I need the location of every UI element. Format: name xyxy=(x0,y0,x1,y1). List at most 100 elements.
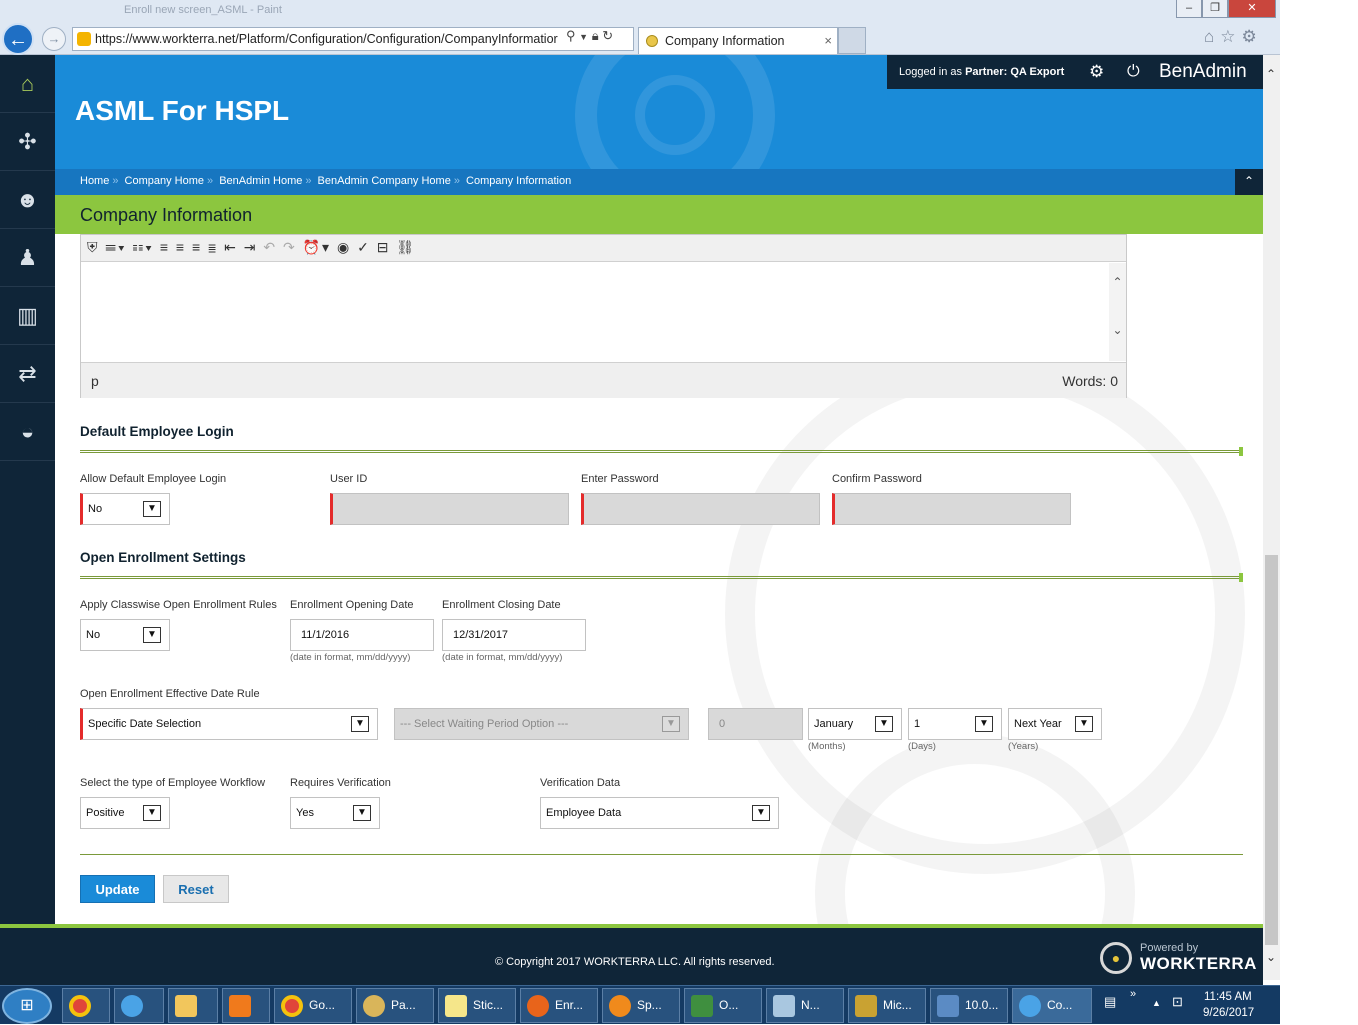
numbered-list-icon[interactable]: ☷▾ xyxy=(133,239,154,255)
network-icon[interactable]: ⊡ xyxy=(1172,994,1183,1010)
justify-icon[interactable]: ≣ xyxy=(208,239,218,255)
day-select[interactable]: 1 ▼ xyxy=(908,708,1002,740)
day-value: 1 xyxy=(914,718,921,730)
favorites-star-icon[interactable]: ☆ xyxy=(1220,27,1241,46)
taskbar-item-chrome[interactable]: Go... xyxy=(274,988,352,1023)
chrome-pinned-icon[interactable] xyxy=(62,988,110,1023)
link-icon[interactable]: ⛓ xyxy=(396,239,416,255)
align-right-icon[interactable]: ≡ xyxy=(192,239,202,255)
tray-folder-icon[interactable]: ▤ xyxy=(1104,994,1116,1010)
collapse-header-icon[interactable]: ⌃ xyxy=(1235,169,1263,195)
clock-time[interactable]: 11:45 AM xyxy=(1204,991,1252,1003)
browser-tab[interactable]: Company Information × xyxy=(638,27,838,54)
taskbar-item-sp[interactable]: Sp... xyxy=(602,988,680,1023)
refresh-icon[interactable]: ↻ xyxy=(602,28,613,43)
align-left-icon[interactable]: ≡ xyxy=(160,239,170,255)
binoculars-icon[interactable]: ⛨ xyxy=(87,239,100,255)
classwise-select[interactable]: No ▼ xyxy=(80,619,170,651)
power-icon[interactable]: ⏻ xyxy=(1127,55,1140,89)
transfer-arrows-icon[interactable]: ⇄ xyxy=(0,345,55,403)
user-star-icon[interactable]: ☻ xyxy=(0,171,55,229)
year-select[interactable]: Next Year ▼ xyxy=(1008,708,1102,740)
confirm-password-field[interactable] xyxy=(832,493,1071,525)
close-window-button[interactable]: ✕ xyxy=(1228,0,1276,18)
search-icon[interactable]: ⚲ xyxy=(566,28,576,43)
tray-expand-icon[interactable]: » xyxy=(1130,988,1136,1000)
reset-button[interactable]: Reset xyxy=(163,875,229,903)
waiting-days-input[interactable]: 0 xyxy=(708,708,803,740)
powered-by-text: Powered by xyxy=(1140,942,1199,954)
scroll-up-icon[interactable]: ⌃ xyxy=(1266,67,1276,81)
back-arrow-icon[interactable]: ← xyxy=(2,23,34,55)
media-pinned-icon[interactable] xyxy=(222,988,270,1023)
allow-login-select[interactable]: No ▼ xyxy=(80,493,170,525)
preview-eye-icon[interactable]: ◉ xyxy=(337,239,351,255)
indent-icon[interactable]: ⇥ xyxy=(244,239,258,255)
align-center-icon[interactable]: ≡ xyxy=(176,239,186,255)
closing-date-input[interactable]: 12/31/2017 xyxy=(442,619,586,651)
taskbar-item-o[interactable]: O... xyxy=(684,988,762,1023)
undo-icon[interactable]: ↶ xyxy=(263,239,277,255)
update-button[interactable]: Update xyxy=(80,875,155,903)
breadcrumb-home[interactable]: Home xyxy=(80,175,109,187)
gear-icon[interactable]: ⚙ xyxy=(1089,55,1104,89)
breadcrumb-benadmin-home[interactable]: BenAdmin Home xyxy=(219,175,302,187)
spellcheck-icon[interactable]: ✓ xyxy=(357,239,371,255)
clock-date[interactable]: 9/26/2017 xyxy=(1203,1007,1254,1019)
scroll-down-icon[interactable]: ⌄ xyxy=(1109,323,1126,337)
editor-scrollbar[interactable]: ⌃ ⌄ xyxy=(1109,263,1126,361)
clock-icon[interactable]: ⏰▾ xyxy=(303,239,331,255)
verification-data-label: Verification Data xyxy=(540,777,621,789)
redo-icon[interactable]: ↷ xyxy=(283,239,297,255)
bullet-list-icon[interactable]: ☰▾ xyxy=(105,239,126,255)
editor-path: p xyxy=(91,373,99,389)
taskbar-item-microsoft[interactable]: Mic... xyxy=(848,988,926,1023)
page-scrollbar[interactable]: ⌃ ⌄ xyxy=(1263,55,1280,980)
effective-rule-select[interactable]: Specific Date Selection ▼ xyxy=(80,708,378,740)
address-bar[interactable]: https://www.workterra.net/Platform/Confi… xyxy=(72,27,634,51)
verification-select[interactable]: Yes ▼ xyxy=(290,797,380,829)
home-icon[interactable]: ⌂ xyxy=(1204,27,1220,46)
settings-gear-icon[interactable]: ⚙ xyxy=(1242,27,1263,46)
verification-data-select[interactable]: Employee Data ▼ xyxy=(540,797,779,829)
user-id-field[interactable] xyxy=(330,493,569,525)
bar-chart-icon[interactable]: ▥ xyxy=(0,287,55,345)
taskbar-item-notepad[interactable]: N... xyxy=(766,988,844,1023)
user-icon[interactable]: ♟ xyxy=(0,229,55,287)
opening-date-input[interactable]: 11/1/2016 xyxy=(290,619,434,651)
ie-pinned-icon[interactable] xyxy=(114,988,164,1023)
breadcrumb-company-home[interactable]: Company Home xyxy=(125,175,204,187)
taskbar-item-remote[interactable]: 10.0... xyxy=(930,988,1008,1023)
home-icon[interactable]: ⌂ xyxy=(0,55,55,113)
breadcrumb-bar: Home» Company Home» BenAdmin Home» BenAd… xyxy=(55,169,1263,195)
breadcrumb-benadmin-company-home[interactable]: BenAdmin Company Home xyxy=(318,175,451,187)
main-content: ⛨ ☰▾ ☷▾ ≡ ≡ ≡ ≣ ⇤ ⇥ ↶ ↷ ⏰▾ ◉ ✓ ⊟ ⛓ ⌃ ⌄ p… xyxy=(55,234,1263,924)
scroll-up-icon[interactable]: ⌃ xyxy=(1109,275,1126,289)
taskbar-item-firefox[interactable]: Enr... xyxy=(520,988,598,1023)
minimize-button[interactable]: – xyxy=(1176,0,1202,18)
taskbar-item-paint[interactable]: Pa... xyxy=(356,988,434,1023)
new-tab-button[interactable] xyxy=(838,27,866,54)
page-break-icon[interactable]: ⊟ xyxy=(377,239,391,255)
forward-arrow-icon[interactable]: → xyxy=(42,27,66,51)
chat-bubble-icon[interactable]: ◒ xyxy=(0,403,55,461)
month-select[interactable]: January ▼ xyxy=(808,708,902,740)
restore-button[interactable]: ❐ xyxy=(1202,0,1228,18)
start-button[interactable]: ⊞ xyxy=(2,988,52,1024)
explorer-pinned-icon[interactable] xyxy=(168,988,218,1023)
waiting-period-select[interactable]: --- Select Waiting Period Option --- ▼ xyxy=(394,708,689,740)
scroll-down-icon[interactable]: ⌄ xyxy=(1266,950,1276,964)
rich-text-editor[interactable]: ⛨ ☰▾ ☷▾ ≡ ≡ ≡ ≣ ⇤ ⇥ ↶ ↷ ⏰▾ ◉ ✓ ⊟ ⛓ ⌃ ⌄ p… xyxy=(80,234,1127,398)
year-value: Next Year xyxy=(1014,718,1062,730)
puzzle-icon[interactable]: ✣ xyxy=(0,113,55,171)
outdent-icon[interactable]: ⇤ xyxy=(224,239,238,255)
tray-arrow-icon[interactable]: ▲ xyxy=(1152,998,1161,1008)
scroll-thumb[interactable] xyxy=(1265,555,1278,945)
taskbar-item-sticky-notes[interactable]: Stic... xyxy=(438,988,516,1023)
workflow-select[interactable]: Positive ▼ xyxy=(80,797,170,829)
dropdown-icon[interactable]: ▼ xyxy=(579,32,588,42)
password-field[interactable] xyxy=(581,493,820,525)
taskbar-item-ie[interactable]: Co... xyxy=(1012,988,1092,1023)
workterra-logo-icon: ● xyxy=(1100,942,1132,974)
close-tab-icon[interactable]: × xyxy=(824,28,832,54)
